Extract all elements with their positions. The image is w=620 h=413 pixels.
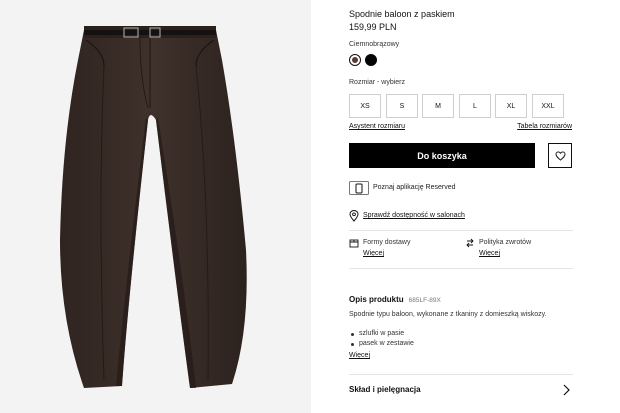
app-promo-text: Poznaj aplikację Reserved (373, 184, 456, 191)
divider (349, 230, 573, 231)
trousers-illustration (60, 26, 247, 388)
delivery-more-link[interactable]: Więcej (363, 250, 384, 257)
phone-icon (349, 181, 369, 195)
store-availability[interactable]: Sprawdź dostępność w salonach (349, 210, 549, 222)
app-promo[interactable]: Poznaj aplikację Reserved (349, 181, 549, 195)
color-swatch-black[interactable] (365, 54, 377, 66)
color-name: Ciemnobrązowy (349, 41, 400, 48)
location-pin-icon (349, 210, 359, 222)
description-text: Spodnie typu baloon, wykonane z tkaniny … (349, 311, 547, 318)
box-icon (349, 239, 359, 248)
add-to-cart-button[interactable]: Do koszyka (349, 143, 535, 168)
size-label: Rozmiar - wybierz (349, 79, 406, 86)
product-title: Spodnie baloon z paskiem (349, 9, 455, 19)
chevron-right-icon (563, 384, 570, 396)
size-table-link[interactable]: Tabela rozmiarów (517, 123, 572, 130)
trousers-shape (60, 30, 247, 388)
product-code: 685LF-89X (408, 297, 441, 304)
returns-info: Polityka zwrotów Więcej (465, 238, 573, 262)
size-assistant-link[interactable]: Asystent rozmiaru (349, 123, 405, 130)
delivery-label: Formy dostawy (363, 239, 411, 246)
size-button-xs[interactable]: XS (349, 94, 381, 118)
returns-more-link[interactable]: Więcej (479, 250, 500, 257)
size-button-xxl[interactable]: XXL (532, 94, 564, 118)
list-item: pasek w zestawie (349, 339, 414, 349)
heart-icon (554, 150, 566, 161)
size-selector: XS S M L XL XXL (349, 94, 565, 118)
description-header: Opis produktu 685LF-89X (349, 289, 441, 307)
care-heading: Skład i pielęgnacja (349, 385, 421, 394)
size-button-l[interactable]: L (459, 94, 491, 118)
color-swatch-brown[interactable] (349, 54, 361, 66)
description-list: szlufki w pasie pasek w zestawie (349, 329, 414, 349)
description-heading: Opis produktu (349, 295, 404, 304)
description-more-link[interactable]: Więcej (349, 352, 370, 359)
delivery-info: Formy dostawy Więcej (349, 238, 459, 262)
return-arrows-icon (466, 238, 474, 248)
care-accordion[interactable]: Skład i pielęgnacja (349, 382, 573, 398)
product-price: 159,99 PLN (349, 22, 397, 32)
size-button-s[interactable]: S (386, 94, 418, 118)
list-item: szlufki w pasie (349, 329, 414, 339)
size-button-xl[interactable]: XL (495, 94, 527, 118)
size-button-m[interactable]: M (422, 94, 454, 118)
returns-label: Polityka zwrotów (479, 239, 532, 246)
product-info-panel: Spodnie baloon z paskiem 159,99 PLN Ciem… (349, 0, 573, 413)
divider (349, 374, 573, 375)
divider (349, 268, 573, 269)
product-image[interactable] (0, 0, 311, 413)
store-availability-link[interactable]: Sprawdź dostępność w salonach (363, 212, 465, 219)
favorite-button[interactable] (548, 143, 572, 168)
